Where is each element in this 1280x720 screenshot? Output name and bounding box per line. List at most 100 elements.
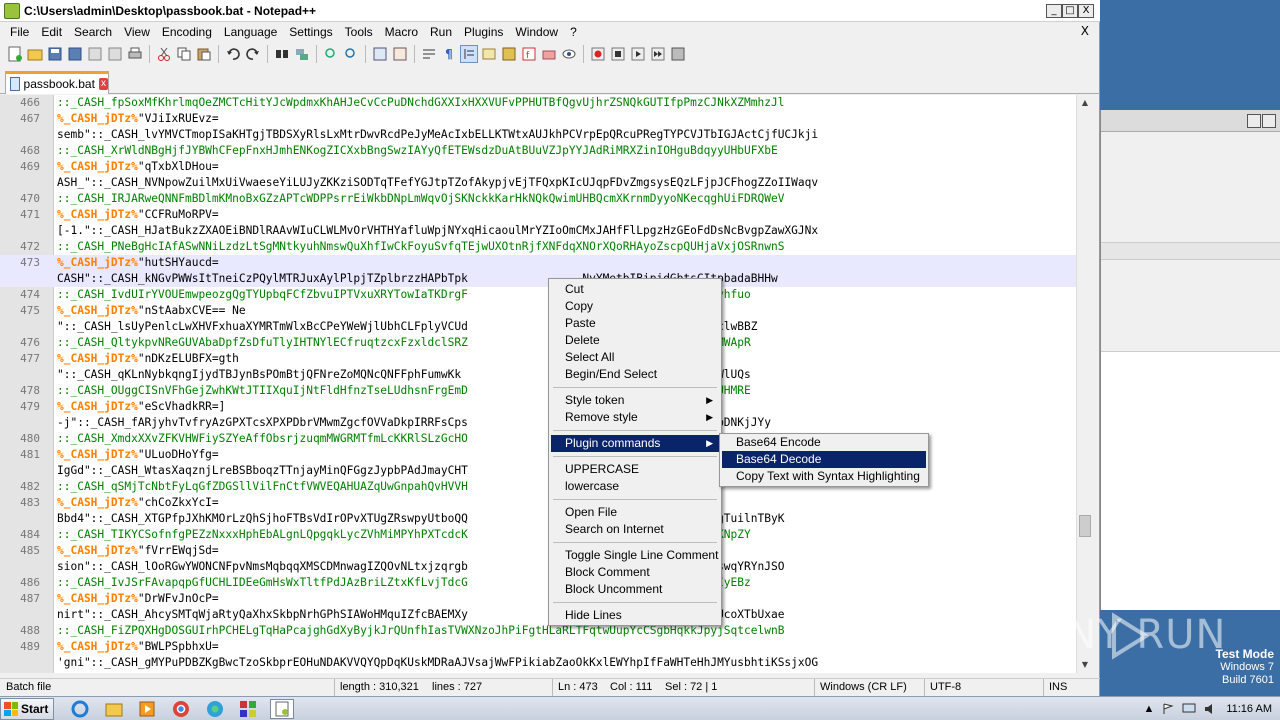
media-player-icon[interactable] [135, 699, 159, 719]
close-all-icon[interactable] [106, 45, 124, 63]
background-window[interactable] [1100, 110, 1280, 610]
ctx-plugin-commands[interactable]: Plugin commands ▶ [551, 435, 719, 452]
copy-icon[interactable] [175, 45, 193, 63]
code-line[interactable]: 488::_CASH_FiZPQXHgDOSGUIrhPCHELgTqHaPca… [0, 623, 1076, 639]
code-line[interactable]: 467 %_CASH_jDTz%"VJiIxRUEvz= [0, 111, 1076, 127]
menu-macro[interactable]: Macro [379, 25, 424, 39]
close-file-icon[interactable] [86, 45, 104, 63]
vertical-scrollbar[interactable]: ▲ ▼ [1076, 95, 1092, 673]
undo-icon[interactable] [224, 45, 242, 63]
word-wrap-icon[interactable] [420, 45, 438, 63]
menu-help[interactable]: ? [564, 25, 583, 39]
maximize-button[interactable]: □ [1062, 4, 1078, 18]
zoom-in-icon[interactable] [322, 45, 340, 63]
ctx-open-file[interactable]: Open File [551, 504, 719, 521]
code-line[interactable]: 489 %_CASH_jDTz%"BWLPSpbhxU= [0, 639, 1076, 655]
menu-plugins[interactable]: Plugins [458, 25, 509, 39]
find-icon[interactable] [273, 45, 291, 63]
indent-guide-icon[interactable] [460, 45, 478, 63]
start-button[interactable]: Start [0, 698, 54, 720]
ctx-block-uncomment[interactable]: Block Uncomment [551, 581, 719, 598]
save-icon[interactable] [46, 45, 64, 63]
sync-vertical-icon[interactable] [371, 45, 389, 63]
sub-base64-decode[interactable]: Base64 Decode [722, 451, 926, 468]
sub-copy-text-syntax-highlighting[interactable]: Copy Text with Syntax Highlighting [722, 468, 926, 485]
code-line[interactable]: -j"::_CASH_fARjyhvTvfryAzGPXTcsXPXPDbrVM… [0, 415, 1076, 431]
ctx-toggle-single-line-comment[interactable]: Toggle Single Line Comment [551, 547, 719, 564]
code-line[interactable]: 484::_CASH_TIKYCSofnfgPEZzNxxxHphEbALgnL… [0, 527, 1076, 543]
code-line[interactable]: [-1."::_CASH_HJatBukzZXAOEiBNDlRAAvWIuCL… [0, 223, 1076, 239]
code-line[interactable]: 477 %_CASH_jDTz%"nDKzELUBFX=gth [0, 351, 1076, 367]
close-document-button[interactable]: X [1081, 24, 1089, 38]
menu-view[interactable]: View [118, 25, 156, 39]
save-macro-icon[interactable] [669, 45, 687, 63]
ctx-uppercase[interactable]: UPPERCASE [551, 461, 719, 478]
code-line[interactable]: 466::_CASH_fpSoxMfKhrlmqOeZMCTcHitYJcWpd… [0, 95, 1076, 111]
code-line[interactable]: sion"::_CASH_lOoRGwYWONCNFpvNmsMqbqqXMSC… [0, 559, 1076, 575]
code-line[interactable]: nirt"::_CASH_AhcySMTqWjaRtyQaXhxSkbpNrhG… [0, 607, 1076, 623]
ctx-paste[interactable]: Paste [551, 315, 719, 332]
new-file-icon[interactable] [6, 45, 24, 63]
menu-run[interactable]: Run [424, 25, 458, 39]
ctx-copy[interactable]: Copy [551, 298, 719, 315]
ctx-style-token[interactable]: Style token ▶ [551, 392, 719, 409]
code-line[interactable]: Bbd4"::_CASH_XTGPfpJXhKMOrLzQhSjhoFTBsVd… [0, 511, 1076, 527]
run-macro-multiple-icon[interactable] [649, 45, 667, 63]
cut-icon[interactable] [155, 45, 173, 63]
function-list-icon[interactable]: f [520, 45, 538, 63]
menu-language[interactable]: Language [218, 25, 283, 39]
internet-explorer-icon[interactable] [68, 699, 92, 719]
network-icon[interactable] [1182, 703, 1196, 715]
menu-window[interactable]: Window [509, 25, 564, 39]
folder-as-workspace-icon[interactable] [540, 45, 558, 63]
save-all-icon[interactable] [66, 45, 84, 63]
code-line[interactable]: 469 %_CASH_jDTz%"qTxbXlDHou= [0, 159, 1076, 175]
code-line[interactable]: "::_CASH_qKLnNybkqngIjydTBJynBsPOmBtjQFN… [0, 367, 1076, 383]
menu-encoding[interactable]: Encoding [156, 25, 218, 39]
redo-icon[interactable] [244, 45, 262, 63]
ctx-search-on-internet[interactable]: Search on Internet [551, 521, 719, 538]
monitoring-icon[interactable] [560, 45, 578, 63]
ctx-remove-style[interactable]: Remove style ▶ [551, 409, 719, 426]
stop-recording-icon[interactable] [609, 45, 627, 63]
app-grid-icon[interactable] [236, 699, 260, 719]
code-line[interactable]: 486::_CASH_IvJSrFAvapqpGfUCHLIDEeGmHsWxT… [0, 575, 1076, 591]
open-file-icon[interactable] [26, 45, 44, 63]
ctx-begin-end-select[interactable]: Begin/End Select [551, 366, 719, 383]
show-all-characters-icon[interactable]: ¶ [440, 45, 458, 63]
menu-edit[interactable]: Edit [35, 25, 68, 39]
ctx-cut[interactable]: Cut [551, 281, 719, 298]
code-line[interactable]: 485 %_CASH_jDTz%"fVrrEWqjSd= [0, 543, 1076, 559]
scroll-thumb[interactable] [1079, 515, 1091, 537]
tab-passbook-bat[interactable]: passbook.bat x [5, 71, 109, 94]
code-line[interactable]: 472::_CASH_PNeBgHcIAfASwNNiLzdzLtSgMNtky… [0, 239, 1076, 255]
zoom-out-icon[interactable] [342, 45, 360, 63]
code-line[interactable]: 474::_CASH_IvdUIrYVOUEmwpeozgQgTYUpbqFCf… [0, 287, 1076, 303]
action-center-flag-icon[interactable] [1162, 703, 1175, 715]
code-line[interactable]: ASH_"::_CASH_NVNpowZuilMxUiVwaeseYiLUJyZ… [0, 175, 1076, 191]
menu-file[interactable]: File [4, 25, 35, 39]
ctx-select-all[interactable]: Select All [551, 349, 719, 366]
background-window-titlebar[interactable] [1101, 110, 1280, 132]
menu-settings[interactable]: Settings [283, 25, 338, 39]
ctx-lowercase[interactable]: lowercase [551, 478, 719, 495]
menu-tools[interactable]: Tools [339, 25, 379, 39]
sync-horizontal-icon[interactable] [391, 45, 409, 63]
editor-area[interactable]: 466::_CASH_fpSoxMfKhrlmqOeZMCTcHitYJcWpd… [0, 95, 1092, 673]
file-explorer-icon[interactable] [102, 699, 126, 719]
playback-macro-icon[interactable] [629, 45, 647, 63]
paste-icon[interactable] [195, 45, 213, 63]
code-line[interactable]: 475 %_CASH_jDTz%"nStAabxCVE== Ne [0, 303, 1076, 319]
code-line[interactable]: 478::_CASH_OUggCISnVFhGejZwhKWtJTIIXquIj… [0, 383, 1076, 399]
sub-base64-encode[interactable]: Base64 Encode [722, 434, 926, 451]
code-line[interactable]: semb"::_CASH_lvYMVCTmopISaKHTgjTBDSXyRls… [0, 127, 1076, 143]
volume-icon[interactable] [1204, 703, 1218, 715]
bg-maximize-icon[interactable] [1262, 114, 1276, 128]
tray-arrow-icon[interactable]: ▲ [1143, 703, 1154, 715]
title-bar[interactable]: C:\Users\admin\Desktop\passbook.bat - No… [0, 0, 1100, 22]
ctx-hide-lines[interactable]: Hide Lines [551, 607, 719, 624]
close-button[interactable]: X [1078, 4, 1094, 18]
code-line[interactable]: 476::_CASH_QltykpvNReGUVAbaDpfZsDfuTlyIH… [0, 335, 1076, 351]
code-line[interactable]: 483 %_CASH_jDTz%"chCoZkxYcI= [0, 495, 1076, 511]
edge-icon[interactable] [203, 699, 227, 719]
